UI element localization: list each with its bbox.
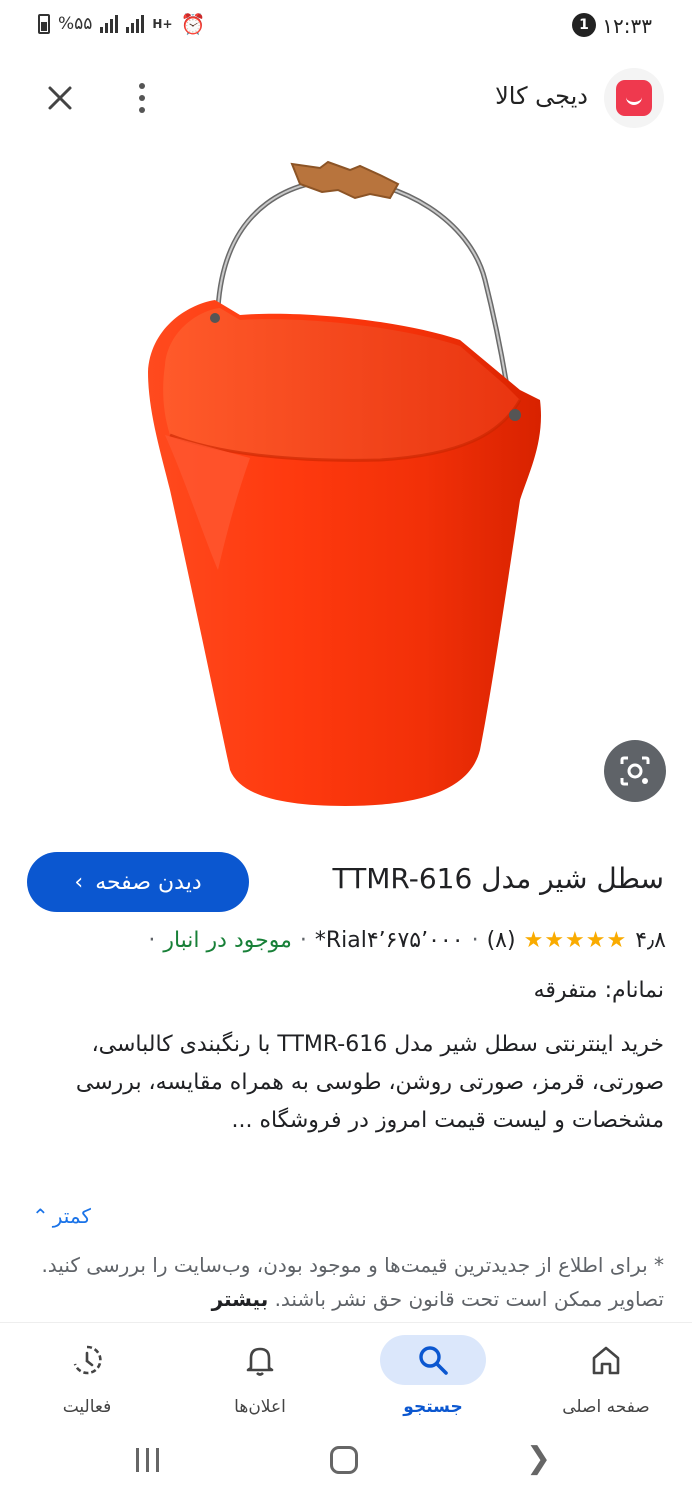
product-image[interactable] [0,140,692,830]
battery-icon [38,14,50,34]
site-logo [604,68,664,128]
review-count: (۸) [486,927,516,953]
google-lens-button[interactable] [604,740,666,802]
top-bar: دیجی کالا [0,60,692,136]
rating-stars: ★★★★★ [523,927,628,953]
show-less-link[interactable]: ⌃ کمتر [32,1204,91,1228]
activity-icon [34,1335,140,1385]
alarm-icon: ⏰ [180,12,206,36]
product-description: خرید اینترنتی سطل شیر مدل TTMR-616 با رن… [75,1032,664,1133]
title-row: سطل شیر مدل TTMR-616 دیدن صفحه › [0,852,692,912]
nav-search-label: جستجو [403,1397,463,1417]
lens-icon [620,756,650,786]
recents-button[interactable] [136,1448,159,1472]
chevron-right-icon: › [74,869,84,895]
disclaimer-text: * برای اطلاع از جدیدترین قیمت‌ها و موجود… [41,1253,664,1311]
nav-home-label: صفحه اصلی [562,1397,650,1417]
price: Rial۴٬۶۷۵٬۰۰۰* [314,927,464,953]
nav-notifications[interactable]: اعلان‌ها [200,1335,320,1425]
more-link[interactable]: بیشتر [212,1287,269,1311]
nav-home[interactable]: صفحه اصلی [546,1335,666,1425]
less-label: کمتر [52,1204,91,1228]
network-type: H+ [152,17,173,31]
product-title: سطل شیر مدل TTMR-616 [332,862,664,895]
nav-activity[interactable]: فعالیت [27,1335,147,1425]
digikala-logo-icon [616,80,652,116]
bottom-navigation: صفحه اصلی جستجو اعلان‌ها فعالیت [0,1322,692,1430]
back-button[interactable]: ❯ [526,1444,551,1474]
more-options-button[interactable] [130,80,154,116]
status-time: ۱۲:۳۳ [602,14,652,38]
close-icon [48,86,72,110]
signal-icon-2 [126,15,145,33]
bucket-image [148,160,541,806]
status-bar: %۵۵ H+ ⏰ 1 ۱۲:۳۳ [0,0,692,52]
stock-status: موجود در انبار [163,927,292,953]
separator: · [299,927,307,953]
separator: · [148,927,156,953]
system-navigation: ❯ [0,1430,692,1500]
product-meta: ۴٫۸ ★★★★★ (۸) · Rial۴٬۶۷۵٬۰۰۰* · موجود د… [26,920,666,960]
site-name: دیجی کالا [495,82,588,110]
home-button[interactable] [330,1446,358,1474]
nav-activity-label: فعالیت [62,1397,112,1417]
bell-icon [207,1335,313,1385]
rating-value: ۴٫۸ [635,927,666,953]
home-icon [553,1335,659,1385]
nav-search[interactable]: جستجو [373,1335,493,1425]
chevron-up-icon: ⌃ [32,1204,49,1228]
search-icon [380,1335,486,1385]
battery-percent: %۵۵ [58,14,93,34]
visit-label: دیدن صفحه [95,869,202,895]
status-icons: %۵۵ H+ ⏰ [38,12,205,36]
notification-badge: 1 [572,13,596,37]
disclaimer: * برای اطلاع از جدیدترین قیمت‌ها و موجود… [24,1248,664,1320]
nav-notifications-label: اعلان‌ها [234,1397,286,1417]
close-button[interactable] [42,80,78,116]
visit-page-button[interactable]: دیدن صفحه › [27,852,249,912]
separator: · [471,927,479,953]
signal-icon [100,15,119,33]
more-vert-icon [139,83,145,89]
brand-line: نمانام: متفرقه [533,978,664,1003]
